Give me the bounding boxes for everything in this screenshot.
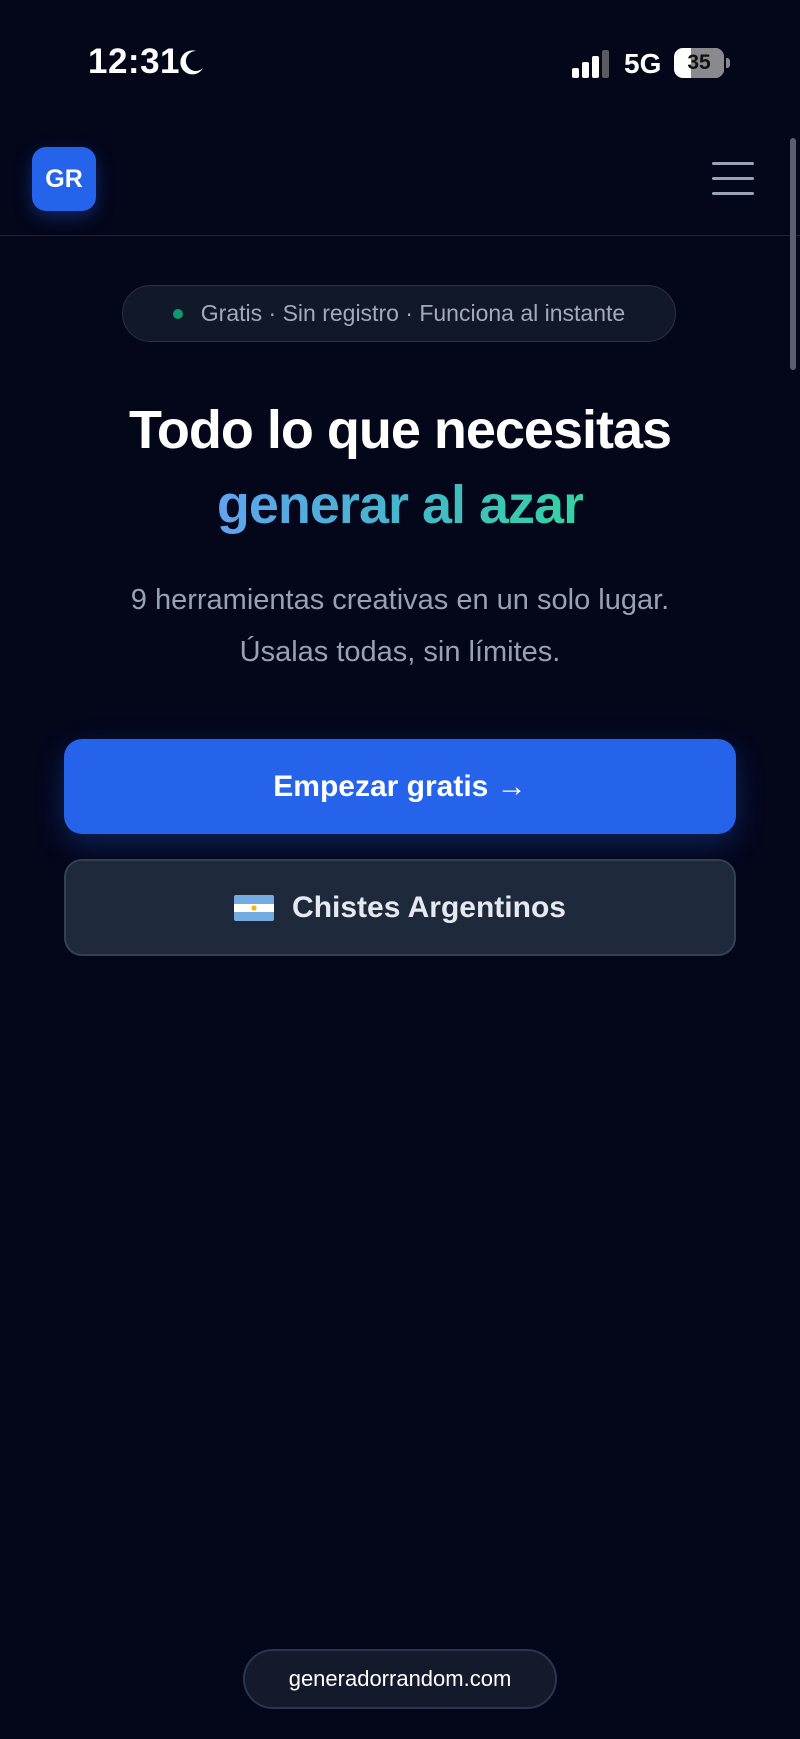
status-time: 12:31 [88, 42, 181, 81]
hero-subtitle: 9 herramientas creativas en un solo luga… [0, 574, 800, 678]
argentine-jokes-button[interactable]: Chistes Argentinos [64, 859, 736, 956]
hero-subtitle-line-2: Úsalas todas, sin límites. [239, 636, 561, 668]
moon-icon [180, 50, 203, 75]
site-header: GR [0, 130, 800, 236]
network-label: 5G [624, 48, 662, 79]
page: 12:31 5G 35 GR Gratis · Sin registro · F… [0, 0, 800, 1739]
scrollbar[interactable] [790, 138, 796, 370]
feature-badge: Gratis · Sin registro · Funciona al inst… [122, 285, 676, 342]
hero-title: Todo lo que necesitas [128, 400, 672, 460]
start-free-button[interactable]: Empezar gratis → [64, 739, 736, 834]
argentine-jokes-label: Chistes Argentinos [292, 890, 566, 924]
argentina-flag-icon [234, 894, 275, 921]
status-dot-icon [172, 308, 183, 319]
logo[interactable]: GR [32, 147, 96, 211]
status-bar: 12:31 5G 35 [0, 0, 800, 130]
hamburger-menu-icon[interactable] [712, 158, 754, 200]
hero-subtitle-line-1: 9 herramientas creativas en un solo luga… [130, 584, 670, 616]
badge-text: Gratis · Sin registro · Funciona al inst… [200, 300, 626, 326]
battery-level: 35 [687, 51, 711, 74]
battery-icon: 35 [674, 48, 730, 78]
signal-icon [572, 50, 609, 78]
hero-title-accent-text: generar al azar [216, 475, 584, 535]
hero-title-accent: generar al azar [0, 473, 800, 537]
site-url[interactable]: generadorrandom.com [243, 1649, 557, 1709]
